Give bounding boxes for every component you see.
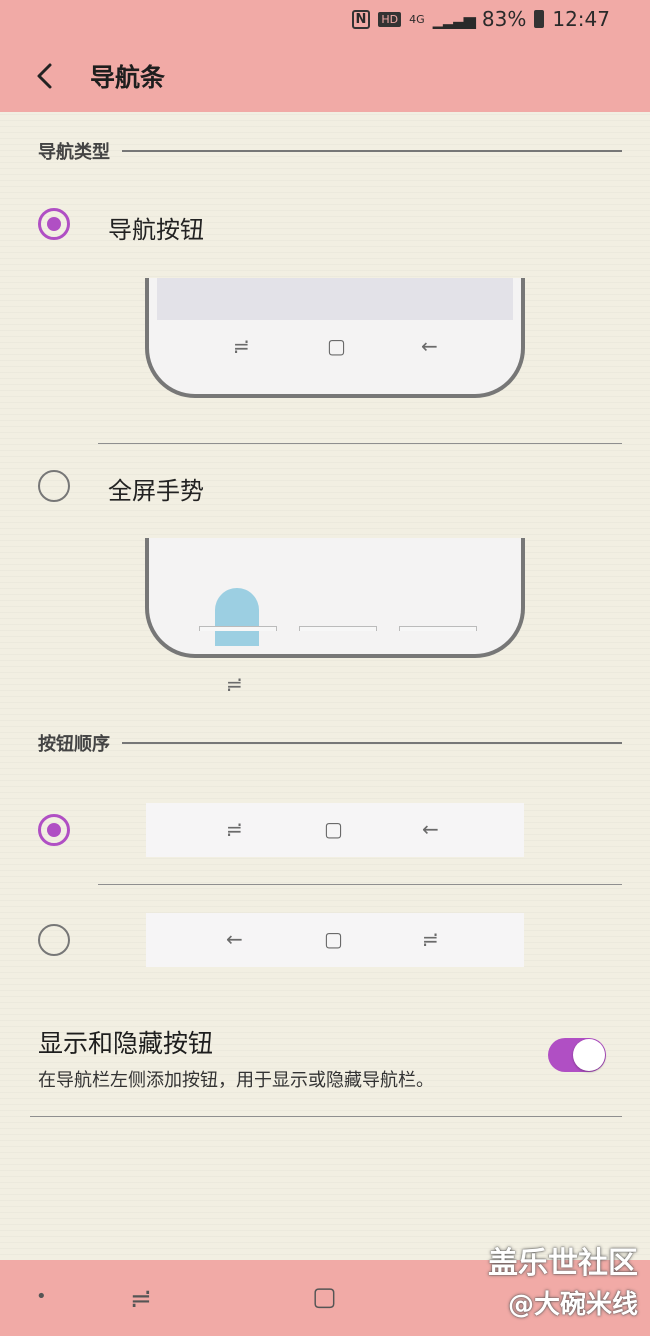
clock: 12:47: [552, 7, 610, 31]
gesture-area: [299, 626, 377, 631]
option-label-nav-buttons[interactable]: 导航按钮: [108, 210, 204, 245]
signal-icon: ▁▂▃▅: [432, 9, 476, 29]
back-arrow-icon[interactable]: [30, 58, 60, 94]
status-bar: N HD 4G ▁▂▃▅ 83% 12:47: [0, 0, 650, 38]
recents-icon: ≓: [422, 927, 439, 951]
watermark-author: @大碗米线: [507, 1290, 638, 1320]
button-order-option-1[interactable]: ≓ ▢ ←: [146, 803, 524, 857]
back-icon: ←: [422, 817, 439, 841]
option-label-full-screen-gestures[interactable]: 全屏手势: [108, 471, 204, 506]
section-header-nav-type: 导航类型: [38, 138, 622, 164]
battery-percent: 83%: [481, 7, 527, 31]
app-bar: 导航条: [0, 38, 650, 112]
gesture-preview[interactable]: [145, 538, 525, 658]
gesture-area: [199, 626, 277, 631]
radio-order-recents-home-back[interactable]: [38, 814, 70, 846]
home-icon: ▢: [327, 334, 346, 358]
recents-icon[interactable]: ≓: [130, 1286, 152, 1312]
section-divider: [122, 742, 622, 744]
back-icon: ←: [421, 334, 438, 358]
section-title: 按钮顺序: [38, 734, 110, 755]
page-title: 导航条: [90, 63, 166, 92]
4g-icon: 4G: [409, 12, 425, 26]
nfc-icon: N: [351, 9, 371, 29]
section-title: 导航类型: [38, 142, 110, 163]
show-hide-description: 在导航栏左侧添加按钮，用于显示或隐藏导航栏。: [38, 1070, 434, 1091]
recents-icon: ≓: [233, 334, 250, 358]
finger-swipe-illustration: [215, 588, 259, 646]
section-header-button-order: 按钮顺序: [38, 730, 622, 756]
gesture-area: [399, 626, 477, 631]
show-hide-title[interactable]: 显示和隐藏按钮: [38, 1024, 213, 1060]
hd-icon: HD: [378, 11, 402, 27]
button-order-option-2[interactable]: ← ▢ ≓: [146, 913, 524, 967]
section-divider: [122, 150, 622, 152]
radio-nav-buttons[interactable]: [38, 208, 70, 240]
radio-order-back-home-recents[interactable]: [38, 924, 70, 956]
home-icon: ▢: [324, 927, 343, 951]
divider: [98, 443, 622, 444]
watermark-community: 盖乐世社区: [488, 1246, 638, 1281]
divider: [30, 1116, 622, 1117]
recents-hint-icon: ≓: [226, 672, 243, 696]
divider: [98, 884, 622, 885]
radio-full-screen-gestures[interactable]: [38, 470, 70, 502]
recents-icon: ≓: [226, 817, 243, 841]
toggle-knob: [573, 1039, 605, 1071]
show-hide-toggle[interactable]: [548, 1038, 606, 1072]
battery-icon: [534, 10, 545, 28]
preview-screen: [157, 278, 513, 320]
home-icon: ▢: [324, 817, 343, 841]
home-icon[interactable]: ▢: [312, 1284, 337, 1310]
nav-buttons-preview[interactable]: ≓ ▢ ←: [145, 278, 525, 398]
show-hide-dot-icon[interactable]: •: [36, 1288, 47, 1306]
back-icon: ←: [226, 927, 243, 951]
